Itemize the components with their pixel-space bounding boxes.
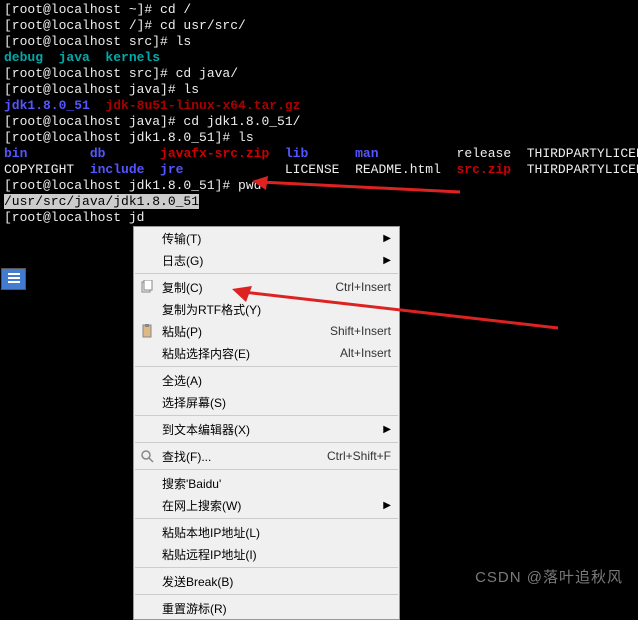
menu-item-label: 选择屏幕(S) (162, 394, 391, 411)
menu-item-label: 日志(G) (162, 252, 391, 269)
menu-item-shortcut: Alt+Insert (340, 346, 391, 360)
menu-separator (135, 273, 398, 274)
menu-item-shortcut: Ctrl+Insert (335, 280, 391, 294)
menu-item[interactable]: 传输(T)▶ (134, 227, 399, 249)
paste-icon (139, 323, 155, 339)
menu-item[interactable]: 全选(A) (134, 369, 399, 391)
menu-item[interactable]: 重置游标(R) (134, 597, 399, 619)
menu-item-label: 粘贴(P) (162, 323, 330, 340)
menu-item-label: 传输(T) (162, 230, 391, 247)
menu-separator (135, 415, 398, 416)
menu-item[interactable]: 发送Break(B) (134, 570, 399, 592)
submenu-arrow-icon: ▶ (383, 233, 391, 244)
menu-item[interactable]: 在网上搜索(W)▶ (134, 494, 399, 516)
menu-separator (135, 567, 398, 568)
menu-item[interactable]: 粘贴(P)Shift+Insert (134, 320, 399, 342)
hamburger-icon (7, 272, 21, 284)
menu-item-label: 复制为RTF格式(Y) (162, 301, 391, 318)
menu-item[interactable]: 复制为RTF格式(Y) (134, 298, 399, 320)
menu-separator (135, 442, 398, 443)
menu-item[interactable]: 选择屏幕(S) (134, 391, 399, 413)
submenu-arrow-icon: ▶ (383, 255, 391, 266)
menu-separator (135, 518, 398, 519)
menu-item[interactable]: 搜索'Baidu' (134, 472, 399, 494)
menu-item-label: 粘贴选择内容(E) (162, 345, 340, 362)
context-menu[interactable]: 传输(T)▶日志(G)▶复制(C)Ctrl+Insert复制为RTF格式(Y)粘… (133, 226, 400, 620)
menu-item-label: 发送Break(B) (162, 573, 391, 590)
menu-separator (135, 366, 398, 367)
menu-item[interactable]: 粘贴远程IP地址(I) (134, 543, 399, 565)
submenu-arrow-icon: ▶ (383, 500, 391, 511)
menu-item-label: 粘贴远程IP地址(I) (162, 546, 391, 563)
terminal-output[interactable]: [root@localhost ~]# cd /[root@localhost … (0, 0, 638, 228)
menu-item-label: 复制(C) (162, 279, 335, 296)
menu-item-label: 查找(F)... (162, 448, 327, 465)
watermark: CSDN @落叶追秋风 (475, 566, 623, 587)
menu-item-label: 全选(A) (162, 372, 391, 389)
menu-item[interactable]: 到文本编辑器(X)▶ (134, 418, 399, 440)
menu-item-label: 搜索'Baidu' (162, 475, 391, 492)
menu-separator (135, 469, 398, 470)
menu-item[interactable]: 查找(F)...Ctrl+Shift+F (134, 445, 399, 467)
menu-item[interactable]: 复制(C)Ctrl+Insert (134, 276, 399, 298)
menu-item[interactable]: 日志(G)▶ (134, 249, 399, 271)
copy-icon (139, 279, 155, 295)
submenu-arrow-icon: ▶ (383, 424, 391, 435)
menu-item-shortcut: Shift+Insert (330, 324, 391, 338)
find-icon (139, 448, 155, 464)
menu-item-shortcut: Ctrl+Shift+F (327, 449, 391, 463)
side-tab-button[interactable] (1, 268, 26, 290)
menu-item-label: 重置游标(R) (162, 600, 391, 617)
menu-item-label: 粘贴本地IP地址(L) (162, 524, 391, 541)
menu-item[interactable]: 粘贴选择内容(E)Alt+Insert (134, 342, 399, 364)
menu-item-label: 在网上搜索(W) (162, 497, 391, 514)
menu-item-label: 到文本编辑器(X) (162, 421, 391, 438)
menu-separator (135, 594, 398, 595)
menu-item[interactable]: 粘贴本地IP地址(L) (134, 521, 399, 543)
